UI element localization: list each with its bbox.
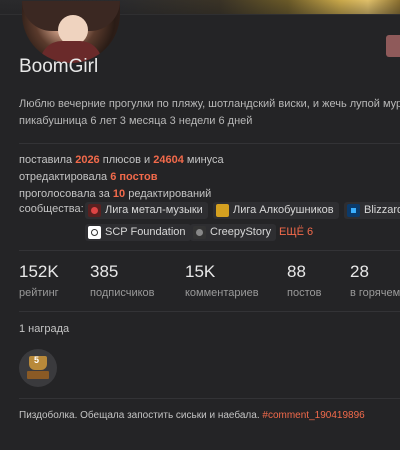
counter-value: 152K (19, 262, 59, 281)
plus-label: плюсов и (102, 154, 151, 166)
note-text: Пиздоболка. Обещала запостить сиськи и н… (19, 410, 260, 421)
communities-label: сообщества: (19, 203, 84, 215)
counter-label: в горячем (350, 287, 400, 299)
divider (19, 311, 400, 312)
counter-rating[interactable]: 152K рейтинг (19, 262, 59, 299)
minus-label: минуса (186, 154, 224, 166)
edited-line: отредактировала 6 постов (19, 169, 224, 186)
community-chip-blizzard[interactable]: Blizzard (344, 202, 400, 219)
community-name: Лига метал-музыки (105, 204, 203, 216)
voted-suffix: редактирований (128, 188, 212, 200)
communities: сообщества: Лига метал-музыки Лига Алкоб… (19, 200, 400, 244)
community-chip-creepy[interactable]: CreepyStory (190, 224, 277, 241)
counter-label: подписчиков (90, 287, 155, 299)
edited-prefix: отредактировала (19, 171, 108, 183)
profile-action-button[interactable] (386, 35, 400, 57)
divider (19, 250, 400, 251)
activity-stats: поставила 2026 плюсов и 24604 минуса отр… (19, 152, 224, 203)
profile-bio: Люблю вечерние прогулки по пляжу, шотлан… (19, 96, 400, 130)
minus-count: 24604 (153, 154, 184, 166)
alco-icon (216, 204, 229, 217)
username: BoomGirl (19, 56, 99, 77)
counter-subscribers[interactable]: 385 подписчиков (90, 262, 155, 299)
divider (19, 143, 400, 144)
community-chip-metal[interactable]: Лига метал-музыки (85, 202, 208, 219)
counter-value: 88 (287, 262, 306, 281)
metal-icon (88, 204, 101, 217)
counter-value: 15K (185, 262, 216, 281)
profile-counters: 152K рейтинг 385 подписчиков 15K коммент… (19, 262, 400, 302)
plus-count: 2026 (75, 154, 100, 166)
trophy-base (27, 371, 49, 379)
avatar[interactable] (22, 1, 120, 63)
awards-title: 1 награда (19, 323, 70, 335)
counter-label: комментариев (185, 287, 259, 299)
creepy-icon (193, 226, 206, 239)
community-name: Blizzard (364, 204, 400, 216)
votes-prefix: поставила (19, 154, 73, 166)
voted-prefix: проголосовала за (19, 188, 110, 200)
voted-count-link[interactable]: 10 (113, 188, 125, 200)
blizzard-icon (347, 204, 360, 217)
member-since: пикабушница 6 лет 3 месяца 3 недели 6 дн… (19, 115, 253, 127)
community-chip-scp[interactable]: SCP Foundation (85, 224, 191, 241)
bio-text: Люблю вечерние прогулки по пляжу, шотлан… (19, 98, 400, 110)
community-chip-alco[interactable]: Лига Алкобушников (213, 202, 339, 219)
profile-note: Пиздоболка. Обещала запостить сиськи и н… (19, 410, 400, 421)
counter-label: постов (287, 287, 322, 299)
award-badge[interactable]: 5 (19, 349, 57, 387)
counter-comments[interactable]: 15K комментариев (185, 262, 259, 299)
scp-icon (88, 226, 101, 239)
edited-posts-link[interactable]: 6 постов (110, 171, 157, 183)
award-number: 5 (34, 355, 40, 365)
divider (19, 398, 400, 399)
counter-value: 28 (350, 262, 369, 281)
counter-value: 385 (90, 262, 119, 281)
community-name: SCP Foundation (105, 226, 186, 238)
counter-posts[interactable]: 88 постов (287, 262, 321, 299)
community-name: Лига Алкобушников (233, 204, 334, 216)
votes-line: поставила 2026 плюсов и 24604 минуса (19, 152, 224, 169)
counter-label: рейтинг (19, 287, 59, 299)
counter-hot[interactable]: 28 в горячем (350, 262, 400, 299)
community-name: CreepyStory (210, 226, 272, 238)
communities-more-link[interactable]: ЕЩЁ 6 (279, 226, 313, 238)
note-comment-link[interactable]: #comment_190419896 (262, 410, 364, 421)
